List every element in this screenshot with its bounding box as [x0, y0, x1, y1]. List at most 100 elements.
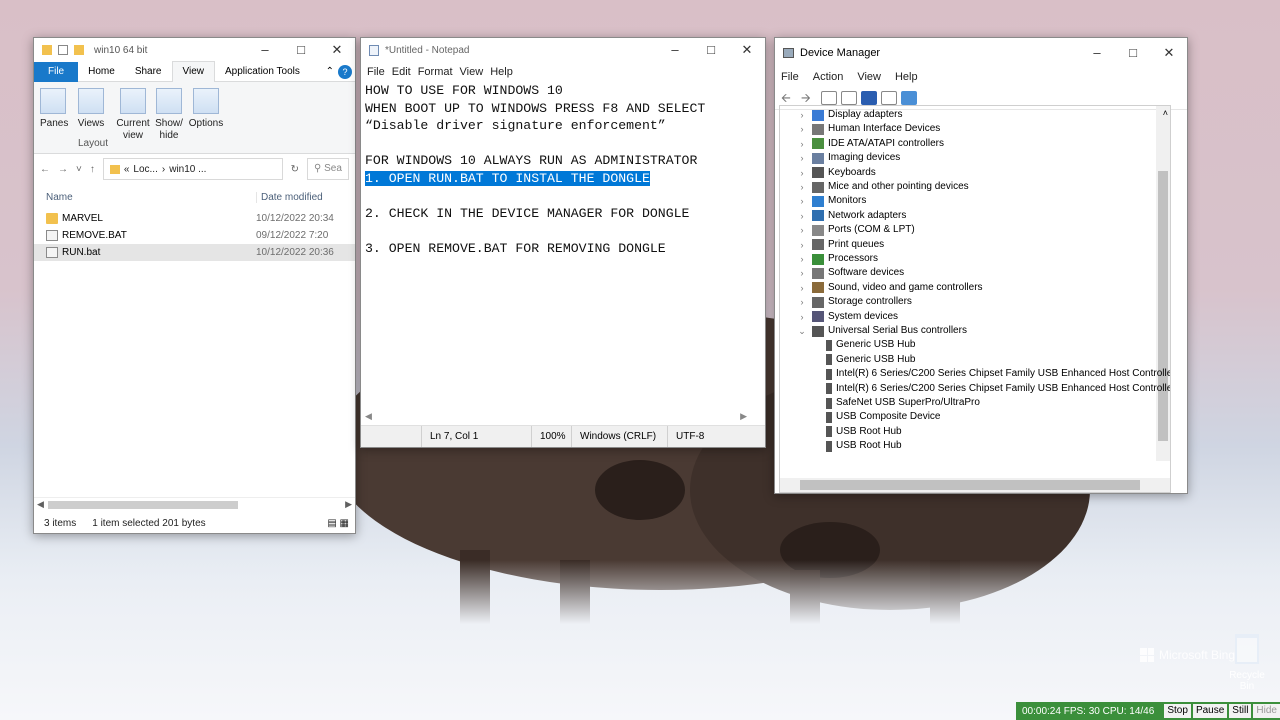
device-category[interactable]: › System devices: [796, 310, 898, 324]
column-name[interactable]: Name: [46, 192, 256, 203]
menu-view[interactable]: View: [857, 71, 895, 83]
show-hide-button[interactable]: Show/ hide: [152, 88, 186, 142]
usb-device[interactable]: USB Composite Device: [826, 410, 940, 424]
chevron-right-icon[interactable]: ›: [796, 180, 808, 194]
tab-file[interactable]: File: [34, 61, 79, 82]
file-row[interactable]: REMOVE.BAT 09/12/2022 7:20: [34, 227, 355, 244]
device-category[interactable]: › Keyboards: [796, 166, 876, 180]
device-category[interactable]: › Display adapters: [796, 108, 902, 122]
pause-button[interactable]: Pause: [1192, 704, 1228, 718]
breadcrumb-win10[interactable]: win10 ...: [169, 164, 206, 175]
current-view-button[interactable]: Current view: [116, 88, 150, 142]
search-input[interactable]: ⚲ Sea: [307, 158, 349, 180]
menu-view[interactable]: View: [460, 66, 491, 78]
recent-dropdown-icon[interactable]: ˅: [76, 164, 82, 175]
usb-device[interactable]: Generic USB Hub: [826, 353, 915, 367]
chevron-down-icon[interactable]: ⌄: [796, 324, 808, 338]
menu-action[interactable]: Action: [813, 71, 858, 83]
file-row-selected[interactable]: RUN.bat 10/12/2022 20:36: [34, 244, 355, 261]
menu-format[interactable]: Format: [418, 66, 460, 78]
close-button[interactable]: ✕: [1151, 38, 1187, 68]
new-folder-icon[interactable]: [74, 45, 84, 55]
maximize-button[interactable]: □: [693, 38, 729, 65]
scroll-up-icon[interactable]: ˄: [1163, 106, 1168, 120]
chevron-right-icon[interactable]: ›: [796, 295, 808, 309]
device-category[interactable]: › Processors: [796, 252, 878, 266]
refresh-icon[interactable]: ↻: [291, 164, 299, 175]
menu-edit[interactable]: Edit: [392, 66, 418, 78]
chevron-right-icon[interactable]: ›: [796, 108, 808, 122]
device-category[interactable]: › Mice and other pointing devices: [796, 180, 969, 194]
column-date-modified[interactable]: Date modified: [256, 191, 355, 203]
back-icon[interactable]: ←: [40, 164, 50, 175]
tab-share[interactable]: Share: [125, 62, 172, 82]
vertical-scrollbar[interactable]: [1156, 106, 1170, 461]
usb-device[interactable]: USB Root Hub: [826, 425, 902, 439]
device-category[interactable]: › Imaging devices: [796, 151, 900, 165]
monitor-icon[interactable]: [901, 90, 917, 105]
device-category[interactable]: › Print queues: [796, 238, 884, 252]
chevron-right-icon[interactable]: ›: [796, 209, 808, 223]
help-icon[interactable]: ?: [338, 64, 352, 79]
usb-device[interactable]: SafeNet USB SuperPro/UltraPro: [826, 396, 980, 410]
usb-device[interactable]: Generic USB Hub: [826, 338, 915, 352]
chevron-right-icon[interactable]: ›: [796, 238, 808, 252]
back-icon[interactable]: 🡨: [781, 91, 797, 105]
properties-icon[interactable]: [58, 45, 68, 55]
usb-device[interactable]: USB Root Hub: [826, 439, 902, 453]
tree-view-icon[interactable]: [821, 90, 837, 105]
file-row[interactable]: MARVEL 10/12/2022 20:34: [34, 210, 355, 227]
chevron-right-icon[interactable]: ›: [796, 137, 808, 151]
chevron-right-icon[interactable]: ›: [796, 194, 808, 208]
maximize-button[interactable]: □: [1115, 38, 1151, 68]
tab-application-tools[interactable]: Application Tools: [215, 62, 310, 82]
notepad-hscroll[interactable]: ◀ ▶: [361, 411, 765, 425]
device-category[interactable]: › Software devices: [796, 266, 904, 280]
device-category[interactable]: › Network adapters: [796, 209, 906, 223]
minimize-button[interactable]: –: [1079, 38, 1115, 68]
chevron-right-icon[interactable]: ›: [796, 252, 808, 266]
usb-device[interactable]: Intel(R) 6 Series/C200 Series Chipset Fa…: [826, 382, 1170, 396]
device-category[interactable]: › Ports (COM & LPT): [796, 223, 915, 237]
chevron-right-icon[interactable]: ›: [796, 223, 808, 237]
address-bar[interactable]: « Loc... › win10 ...: [102, 158, 283, 180]
device-category[interactable]: › Sound, video and game controllers: [796, 281, 983, 295]
horizontal-scrollbar[interactable]: ◀ ▶: [34, 497, 355, 511]
breadcrumb-local[interactable]: Loc...: [133, 164, 157, 175]
help-icon[interactable]: [861, 90, 877, 105]
chevron-right-icon[interactable]: ›: [796, 310, 808, 324]
up-icon[interactable]: ↑: [90, 164, 95, 175]
still-button[interactable]: Still: [1229, 704, 1252, 718]
notepad-text-area[interactable]: HOW TO USE FOR WINDOWS 10 WHEN BOOT UP TO…: [365, 82, 755, 258]
properties-icon[interactable]: [841, 90, 857, 105]
stop-button[interactable]: Stop: [1164, 704, 1191, 718]
menu-help[interactable]: Help: [490, 66, 520, 78]
usb-device[interactable]: Intel(R) 6 Series/C200 Series Chipset Fa…: [826, 367, 1170, 381]
menu-file[interactable]: File: [367, 66, 392, 78]
menu-help[interactable]: Help: [895, 71, 925, 83]
forward-icon[interactable]: →: [58, 164, 68, 175]
chevron-right-icon[interactable]: ›: [796, 151, 808, 165]
close-button[interactable]: ✕: [729, 38, 765, 65]
panes-button[interactable]: Panes: [40, 88, 68, 130]
chevron-right-icon[interactable]: ›: [796, 166, 808, 180]
chevron-right-icon[interactable]: ›: [796, 281, 808, 295]
update-driver-icon[interactable]: [881, 90, 897, 105]
device-category[interactable]: › Human Interface Devices: [796, 122, 940, 136]
views-button[interactable]: Views: [76, 88, 106, 130]
tab-home[interactable]: Home: [78, 62, 125, 82]
chevron-right-icon[interactable]: ›: [796, 266, 808, 280]
recycle-bin[interactable]: Recycle Bin: [1222, 634, 1272, 692]
forward-icon[interactable]: 🡪: [801, 91, 817, 105]
device-category[interactable]: ⌄ Universal Serial Bus controllers: [796, 324, 967, 338]
details-view-icon[interactable]: ▤ ▦: [327, 518, 349, 529]
chevron-right-icon[interactable]: ›: [796, 122, 808, 136]
device-category[interactable]: › IDE ATA/ATAPI controllers: [796, 137, 944, 151]
menu-file[interactable]: File: [781, 71, 813, 83]
tab-view[interactable]: View: [171, 61, 215, 82]
hide-button[interactable]: Hide: [1253, 704, 1280, 718]
device-category[interactable]: › Monitors: [796, 194, 866, 208]
horizontal-scrollbar[interactable]: [780, 478, 1170, 492]
collapse-ribbon-icon[interactable]: ⌃: [322, 62, 338, 82]
minimize-button[interactable]: –: [657, 38, 693, 65]
